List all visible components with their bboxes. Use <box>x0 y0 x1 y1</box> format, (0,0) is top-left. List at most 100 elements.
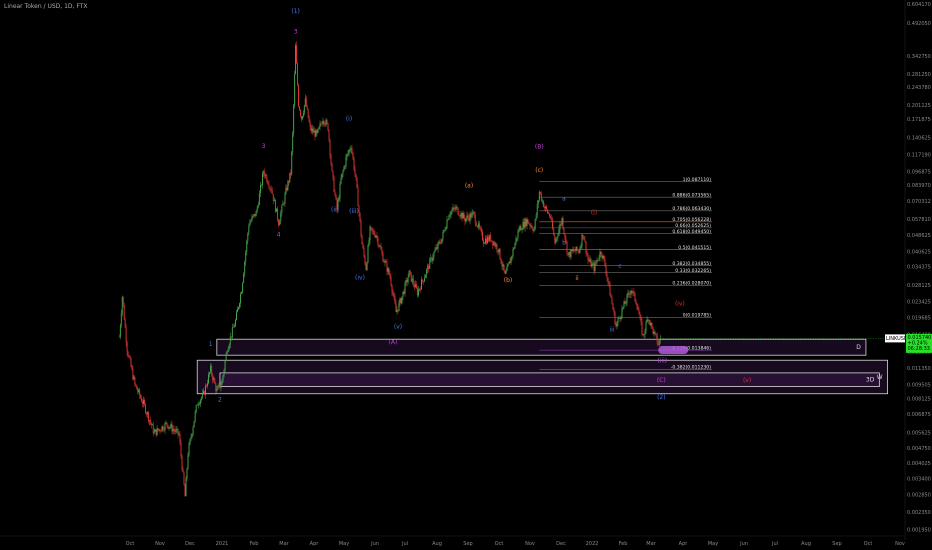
candle-body <box>601 253 603 259</box>
fib-label: 0.786(0.063430) <box>672 206 711 212</box>
candle-body <box>437 242 439 249</box>
candle-body <box>639 314 641 317</box>
candle-body <box>299 106 300 111</box>
candle-body <box>620 316 622 320</box>
candle-body <box>289 172 291 183</box>
candle-body <box>303 105 305 113</box>
candle-body <box>484 243 485 244</box>
candle-body <box>183 471 185 485</box>
candle-body <box>190 436 192 440</box>
candle-body <box>300 115 302 120</box>
candle-body <box>298 84 299 107</box>
candle-body <box>596 260 598 263</box>
candle-body <box>307 108 309 118</box>
wave-label: iii <box>609 326 614 333</box>
candle-body <box>150 422 152 426</box>
candle-body <box>553 229 555 236</box>
candle-body <box>213 378 215 381</box>
candle-body <box>174 430 176 432</box>
candle-body <box>326 120 328 124</box>
candle-body <box>146 412 148 414</box>
candle-body <box>616 322 618 327</box>
candle-body <box>308 117 310 123</box>
candle-body <box>148 420 150 422</box>
candles <box>118 41 661 497</box>
candle-body <box>172 429 174 432</box>
candle-body <box>442 231 444 239</box>
candle-body <box>134 377 136 384</box>
candle-body <box>214 378 216 384</box>
candle-body <box>550 216 552 219</box>
candle-body <box>613 309 615 313</box>
candle-body <box>563 228 565 234</box>
candle-body <box>146 412 147 414</box>
candle-body <box>378 245 380 247</box>
candle-body <box>279 221 281 226</box>
candle-body <box>124 319 126 328</box>
candle-body <box>603 255 605 260</box>
candle-body <box>157 428 159 431</box>
candle-body <box>331 163 333 171</box>
candle-body <box>405 279 407 283</box>
candle-body <box>403 291 405 294</box>
candle-body <box>402 291 404 297</box>
candle-body <box>130 358 132 367</box>
candle-body <box>435 247 437 251</box>
candle-body <box>217 386 219 390</box>
candle-body <box>278 219 280 226</box>
candle-body <box>353 158 355 170</box>
candle-body <box>583 236 585 241</box>
y-tick-label: 0.096875 <box>907 170 931 176</box>
candle-body <box>608 281 610 284</box>
candle-body <box>568 252 570 255</box>
x-tick-label: Dec <box>185 541 195 547</box>
candle-body <box>168 427 170 429</box>
candle-body <box>488 236 490 241</box>
candle-body <box>582 234 584 237</box>
candle-body <box>498 248 500 253</box>
candle-body <box>341 173 343 179</box>
candle-body <box>316 130 318 133</box>
candle-body <box>404 282 406 294</box>
candle-body <box>249 222 251 226</box>
wave-label: (i) <box>591 209 597 216</box>
candle-body <box>574 250 576 252</box>
wave-label: (C) <box>657 377 666 384</box>
candle-body <box>166 422 168 425</box>
candle-body <box>500 259 502 264</box>
candle-body <box>140 395 142 399</box>
candle-body <box>187 455 189 469</box>
candle-body <box>354 169 356 174</box>
candle-body <box>297 63 298 85</box>
candle-body <box>283 203 285 204</box>
candle-body <box>628 293 630 295</box>
candle-body <box>197 404 199 406</box>
candle-body <box>138 389 140 392</box>
candle-body <box>300 110 301 116</box>
x-tick-label: May <box>708 541 718 547</box>
candle-body <box>167 424 169 429</box>
y-tick-label: 0.002850 <box>907 493 931 499</box>
candle-body <box>630 290 632 295</box>
candle-body <box>158 429 160 431</box>
candle-body <box>319 123 321 127</box>
candle-body <box>594 262 596 272</box>
candle-body <box>390 276 392 286</box>
candle-body <box>441 238 443 244</box>
candle-body <box>590 259 592 267</box>
candle-body <box>180 442 182 456</box>
candle-body <box>433 252 435 258</box>
candle-body <box>627 293 629 295</box>
candle-body <box>286 187 288 190</box>
candle-body <box>268 184 270 188</box>
candle-body <box>472 211 474 213</box>
candle-body <box>452 207 454 211</box>
candle-body <box>385 261 387 263</box>
price-chart[interactable]: DW3D 1(0.087110) 0.886(0.073565) 0.786(0.0… <box>0 0 932 550</box>
candle-body <box>365 264 367 270</box>
candle-body <box>636 304 638 308</box>
candle-body <box>412 278 414 285</box>
candle-body <box>455 206 457 210</box>
candle-body <box>573 249 575 251</box>
candle-body <box>617 318 619 323</box>
